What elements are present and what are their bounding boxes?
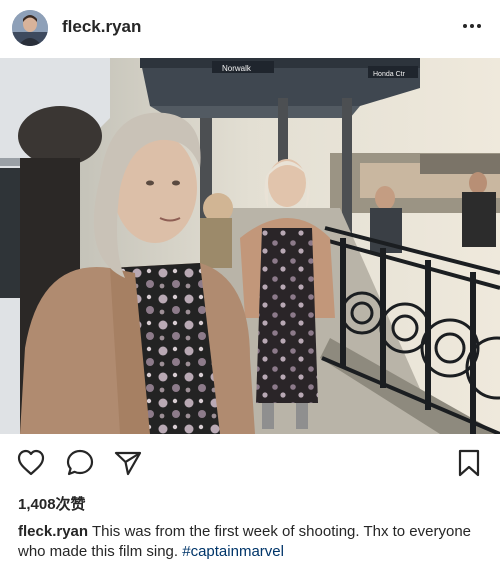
caption-username[interactable]: fleck.ryan [18,523,88,540]
speech-bubble-icon[interactable] [65,448,95,478]
username-link[interactable]: fleck.ryan [62,17,141,37]
post-photo[interactable]: Norwalk Honda Ctr [0,58,500,434]
bookmark-icon[interactable] [454,448,484,478]
avatar-image [12,10,48,46]
paper-plane-icon[interactable] [113,448,143,478]
sign-north: Norwalk [222,64,252,73]
action-bar [0,434,500,490]
sign-east: Honda Ctr [373,71,406,78]
avatar[interactable] [12,10,48,46]
post-header: fleck.ryan [0,0,500,58]
likes-count[interactable]: 1,408次赞 [18,493,86,514]
heart-outline-icon[interactable] [16,448,46,478]
more-options-icon[interactable] [460,14,484,38]
caption-hashtag[interactable]: #captainmarvel [182,543,284,560]
post-caption: fleck.ryan This was from the first week … [18,522,486,562]
